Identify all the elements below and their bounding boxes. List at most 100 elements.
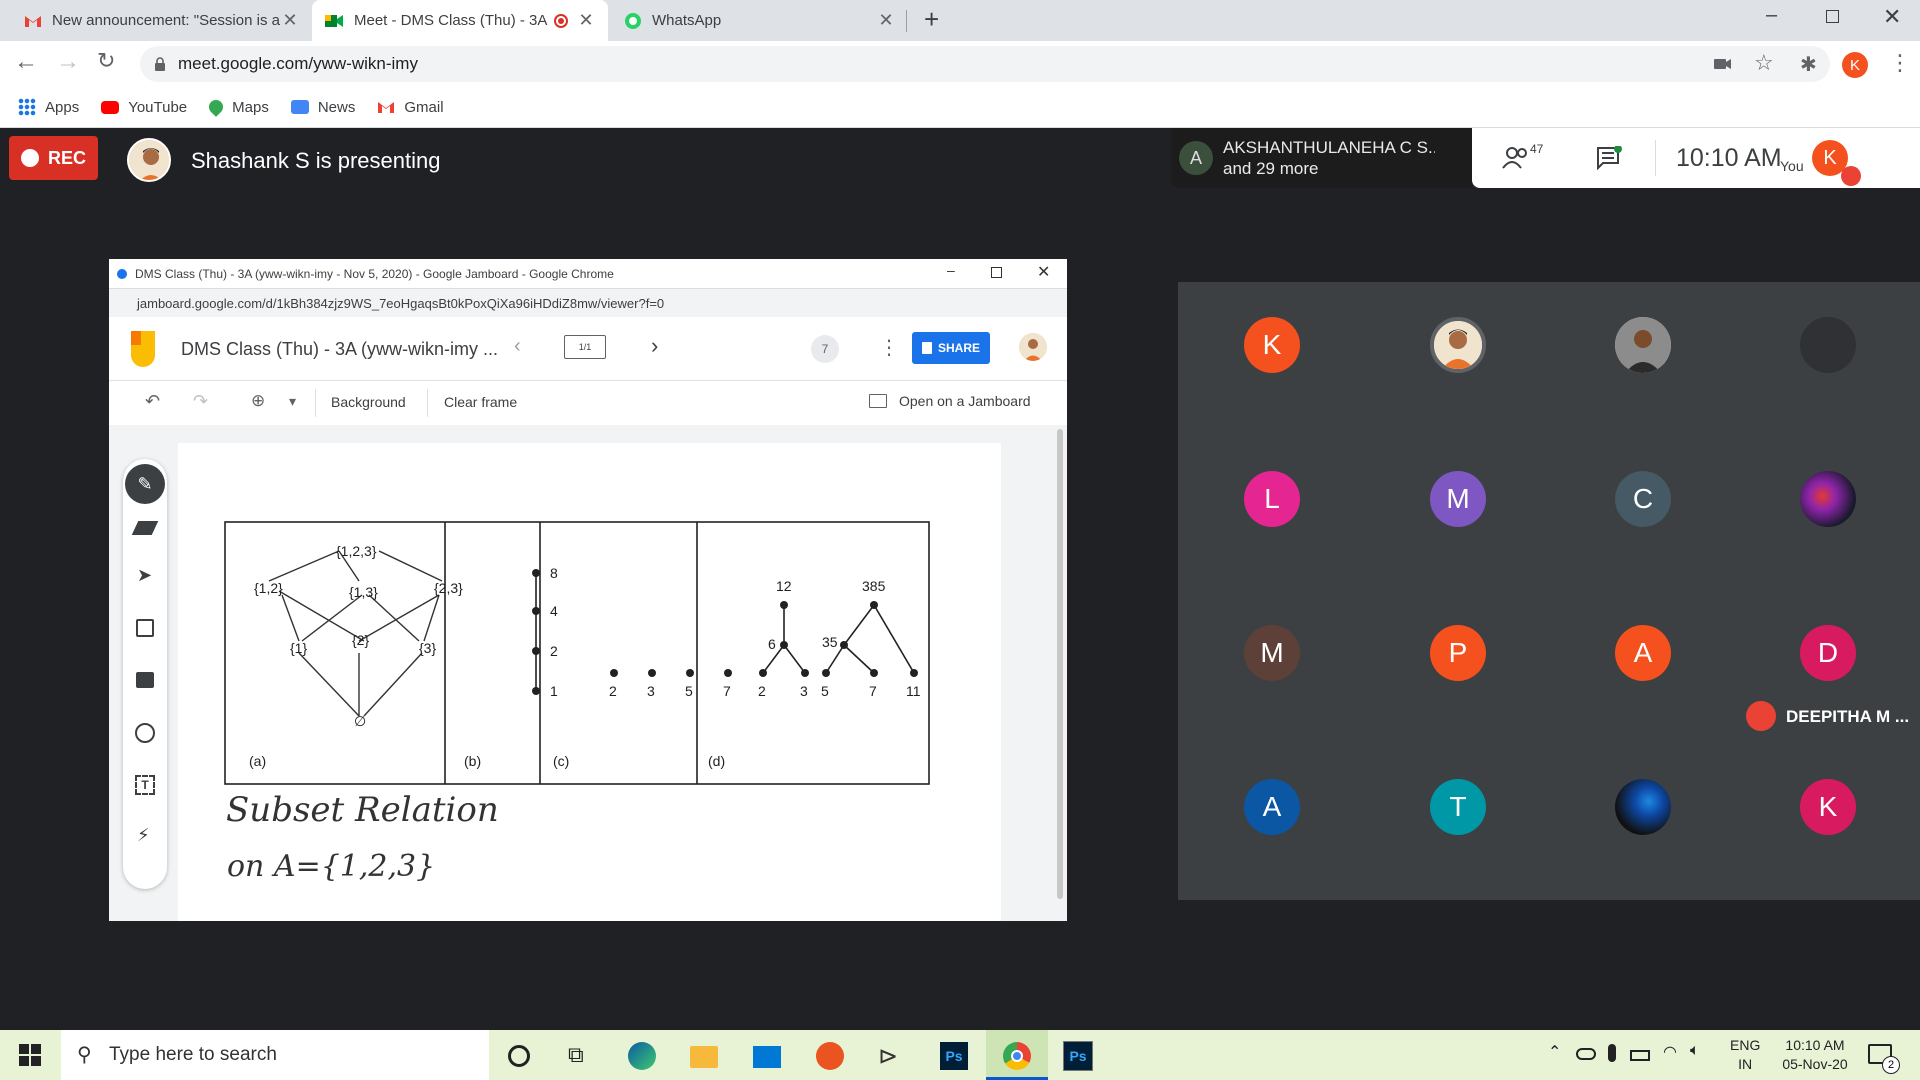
more-options-icon[interactable]: ⋮ [879, 335, 899, 360]
tab-label: New announcement: "Session is a [52, 12, 280, 29]
close-tab-icon[interactable]: ✕ [576, 10, 596, 31]
bookmark-label: Maps [232, 98, 269, 116]
next-frame-icon[interactable]: › [651, 333, 658, 359]
tab-whatsapp[interactable]: WhatsApp ✕ [612, 0, 908, 41]
file-explorer-icon[interactable] [690, 1046, 718, 1068]
participant-tile[interactable]: M [1430, 471, 1486, 527]
jamboard-user-avatar[interactable] [1019, 333, 1047, 361]
menu-dots-icon[interactable]: ⋮ [1889, 50, 1911, 76]
shape-circle-icon[interactable] [135, 723, 155, 743]
zoom-dropdown-icon[interactable]: ▾ [289, 393, 296, 410]
participant-tile[interactable]: D [1800, 625, 1856, 681]
maximize-icon[interactable] [1826, 10, 1839, 23]
participant-tile-empty[interactable] [1800, 317, 1856, 373]
edge-icon[interactable] [628, 1042, 656, 1070]
sticky-note-icon[interactable] [136, 619, 154, 637]
select-arrow-icon[interactable]: ➤ [137, 565, 152, 586]
participant-tile[interactable]: T [1430, 779, 1486, 835]
extensions-icon[interactable]: ✱ [1800, 52, 1817, 77]
image-icon[interactable] [136, 672, 154, 688]
participant-tile[interactable]: L [1244, 471, 1300, 527]
photoshop-icon[interactable]: Ps [1063, 1041, 1093, 1071]
taskbar-clock[interactable]: 10:10 AM 05-Nov-20 [1778, 1036, 1852, 1074]
close-window-icon[interactable]: ✕ [1883, 4, 1901, 30]
zoom-icon[interactable]: ⊕ [251, 391, 265, 411]
battery-icon[interactable] [1630, 1050, 1650, 1061]
frame-indicator[interactable]: 1/1 [564, 335, 606, 359]
wifi-icon[interactable]: ◠ [1663, 1042, 1677, 1062]
lock-icon [155, 57, 165, 71]
bookmark-youtube[interactable]: YouTube [101, 99, 187, 116]
participant-tile[interactable]: A [1615, 625, 1671, 681]
prev-frame-icon[interactable]: ‹ [514, 335, 521, 358]
participant-tile[interactable]: M [1244, 625, 1300, 681]
record-dot-icon [20, 149, 39, 167]
close-tab-icon[interactable]: ✕ [876, 10, 896, 31]
apps-grid-icon [18, 98, 36, 116]
vs-code-icon[interactable]: ⊳ [878, 1042, 906, 1070]
microphone-icon[interactable] [1608, 1044, 1616, 1062]
redo-icon[interactable]: ↷ [193, 391, 208, 412]
cortana-icon[interactable] [508, 1045, 530, 1067]
tab-bar: New announcement: "Session is a ✕ Meet -… [0, 0, 1920, 41]
photoshop-icon[interactable]: Ps [940, 1042, 968, 1070]
bookmark-news[interactable]: News [290, 99, 355, 116]
inner-maximize-icon[interactable] [991, 267, 1002, 278]
back-icon[interactable]: ← [14, 48, 38, 76]
mic-off-icon [1746, 701, 1776, 731]
open-on-jamboard-button[interactable]: Open on a Jamboard [899, 393, 1031, 409]
laser-icon[interactable]: ⚡ [137, 825, 150, 846]
svg-text:1: 1 [550, 683, 558, 699]
eraser-icon[interactable] [131, 521, 159, 535]
chat-icon[interactable] [1596, 146, 1622, 170]
tab-gmail[interactable]: New announcement: "Session is a ✕ [12, 0, 312, 41]
taskbar-search[interactable]: ⚲ Type here to search [61, 1030, 489, 1080]
ubuntu-icon[interactable] [816, 1042, 844, 1070]
tab-meet[interactable]: Meet - DMS Class (Thu) - 3A ✕ [312, 0, 608, 41]
bookmark-apps[interactable]: Apps [18, 98, 79, 116]
inner-minimize-icon[interactable]: – [947, 262, 955, 278]
participant-bird-avatar[interactable] [1615, 779, 1671, 835]
share-button[interactable]: SHARE [912, 332, 990, 364]
undo-icon[interactable]: ↶ [145, 391, 160, 412]
reload-icon[interactable]: ↻ [97, 48, 115, 74]
participant-galaxy-avatar[interactable] [1800, 471, 1856, 527]
bookmark-star-icon[interactable]: ☆ [1754, 50, 1774, 76]
forward-icon[interactable]: → [56, 48, 80, 76]
gmail-icon [25, 15, 41, 27]
minimize-icon[interactable]: – [1766, 4, 1777, 27]
pen-tool-icon[interactable]: ✎ [125, 464, 165, 504]
participant-photo-avatar[interactable] [1430, 317, 1486, 373]
chrome-icon[interactable] [1003, 1042, 1031, 1070]
participant-photo-avatar[interactable] [1615, 317, 1671, 373]
region-label: IN [1738, 1056, 1753, 1072]
clear-frame-button[interactable]: Clear frame [444, 394, 517, 410]
presenting-title: Shashank S is presenting [191, 148, 441, 173]
profile-avatar[interactable]: K [1842, 52, 1868, 78]
people-icon[interactable] [1502, 146, 1532, 170]
close-tab-icon[interactable]: ✕ [280, 10, 300, 31]
participant-tile[interactable]: A [1244, 779, 1300, 835]
input-language[interactable]: ENG IN [1730, 1036, 1760, 1074]
mail-icon[interactable] [753, 1046, 781, 1068]
background-button[interactable]: Background [331, 394, 406, 410]
participant-tile[interactable]: K [1800, 779, 1856, 835]
show-hidden-icons-icon[interactable]: ⌃ [1548, 1042, 1561, 1062]
participant-tile[interactable]: K [1244, 317, 1300, 373]
address-bar[interactable]: meet.google.com/yww-wikn-imy ☆ [140, 46, 1830, 82]
participant-tile[interactable]: C [1615, 471, 1671, 527]
participant-tile[interactable]: P [1430, 625, 1486, 681]
jamboard-logo-icon [131, 331, 155, 367]
scrollbar[interactable] [1057, 429, 1063, 899]
onedrive-icon[interactable] [1576, 1048, 1596, 1060]
windows-start-icon[interactable] [19, 1044, 41, 1066]
text-box-icon[interactable]: T [135, 775, 155, 795]
camera-icon[interactable] [1714, 57, 1732, 71]
new-tab-icon[interactable]: + [924, 4, 939, 35]
inner-close-icon[interactable]: ✕ [1037, 262, 1050, 282]
recording-icon [554, 13, 568, 28]
task-view-icon[interactable]: ⧉ [568, 1042, 596, 1070]
bookmark-gmail[interactable]: Gmail [377, 98, 444, 116]
bookmark-maps[interactable]: Maps [206, 97, 269, 117]
volume-icon[interactable]: 🔈︎ [1690, 1042, 1700, 1060]
